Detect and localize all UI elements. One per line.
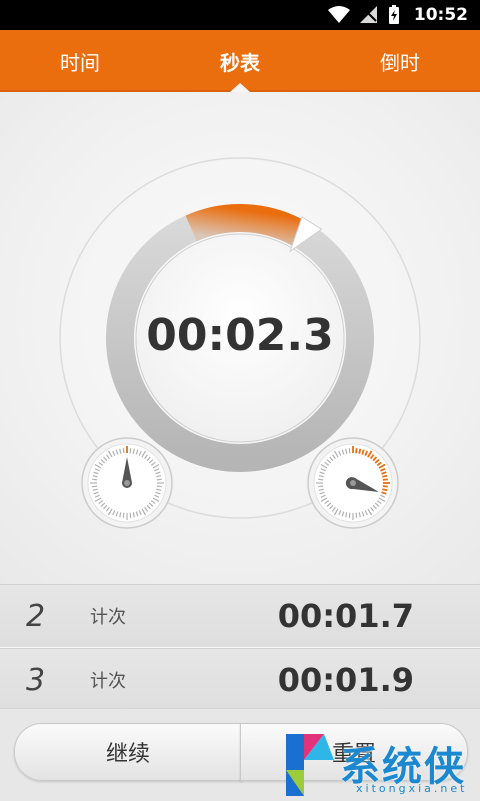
second-subdial bbox=[307, 437, 399, 529]
tab-timer-label: 倒时 bbox=[380, 50, 420, 75]
subdial-tick bbox=[348, 448, 351, 454]
tab-timer[interactable]: 倒时 bbox=[320, 30, 480, 92]
lap-label: 计次 bbox=[90, 607, 126, 628]
tab-clock[interactable]: 时间 bbox=[0, 30, 160, 92]
subdial-tick bbox=[355, 512, 358, 518]
signal-off-icon bbox=[359, 6, 378, 24]
lap-time: 00:01.9 bbox=[277, 661, 414, 699]
active-tab-indicator bbox=[230, 83, 250, 92]
lap-number: 3 bbox=[26, 662, 46, 698]
stopwatch-area: 00:02.3 bbox=[0, 92, 480, 584]
minute-subdial bbox=[81, 437, 173, 529]
watermark-icon bbox=[286, 734, 334, 796]
subdial-tick bbox=[382, 474, 388, 478]
subdial-tick bbox=[318, 485, 324, 488]
subdial-tick bbox=[382, 485, 388, 488]
tab-stopwatch[interactable]: 秒表 bbox=[160, 30, 320, 92]
tab-stopwatch-label: 秒表 bbox=[220, 50, 260, 75]
progress-arc bbox=[185, 204, 307, 247]
lap-number: 2 bbox=[26, 598, 46, 634]
subdial-tick bbox=[348, 512, 351, 518]
elapsed-time: 00:02.3 bbox=[146, 310, 334, 361]
lap-row: 3 计次 00:01.9 bbox=[0, 648, 480, 712]
subdial-tick bbox=[129, 448, 132, 454]
wifi-icon bbox=[327, 6, 350, 24]
lap-row: 2 计次 00:01.7 bbox=[0, 584, 480, 648]
lap-label: 计次 bbox=[90, 671, 126, 692]
tab-clock-label: 时间 bbox=[60, 50, 100, 75]
subdial-tick bbox=[382, 488, 388, 492]
status-time: 10:52 bbox=[413, 5, 468, 25]
status-bar: 10:52 bbox=[0, 0, 480, 30]
subdial-tick bbox=[156, 478, 162, 481]
subdial-tick bbox=[122, 512, 125, 518]
lap-list: 2 计次 00:01.7 3 计次 00:01.9 bbox=[0, 584, 480, 712]
subdial-tick bbox=[382, 478, 388, 481]
lap-time: 00:01.7 bbox=[277, 597, 414, 635]
tab-bar: 时间 秒表 倒时 bbox=[0, 30, 480, 92]
subdial-tick bbox=[318, 478, 324, 481]
subdial-tick bbox=[358, 448, 362, 454]
subdial-tick bbox=[122, 448, 125, 454]
watermark-logo: 系统侠 xitongxia.net bbox=[280, 728, 480, 800]
continue-button[interactable]: 继续 bbox=[14, 723, 242, 781]
subdial-tick bbox=[92, 485, 98, 488]
subdial-tick bbox=[355, 448, 358, 454]
watermark-url: xitongxia.net bbox=[356, 782, 468, 795]
battery-charging-icon bbox=[388, 5, 400, 25]
subdial-tick bbox=[129, 512, 132, 518]
subdial-tick bbox=[92, 478, 98, 481]
subdial-tick bbox=[156, 485, 162, 488]
